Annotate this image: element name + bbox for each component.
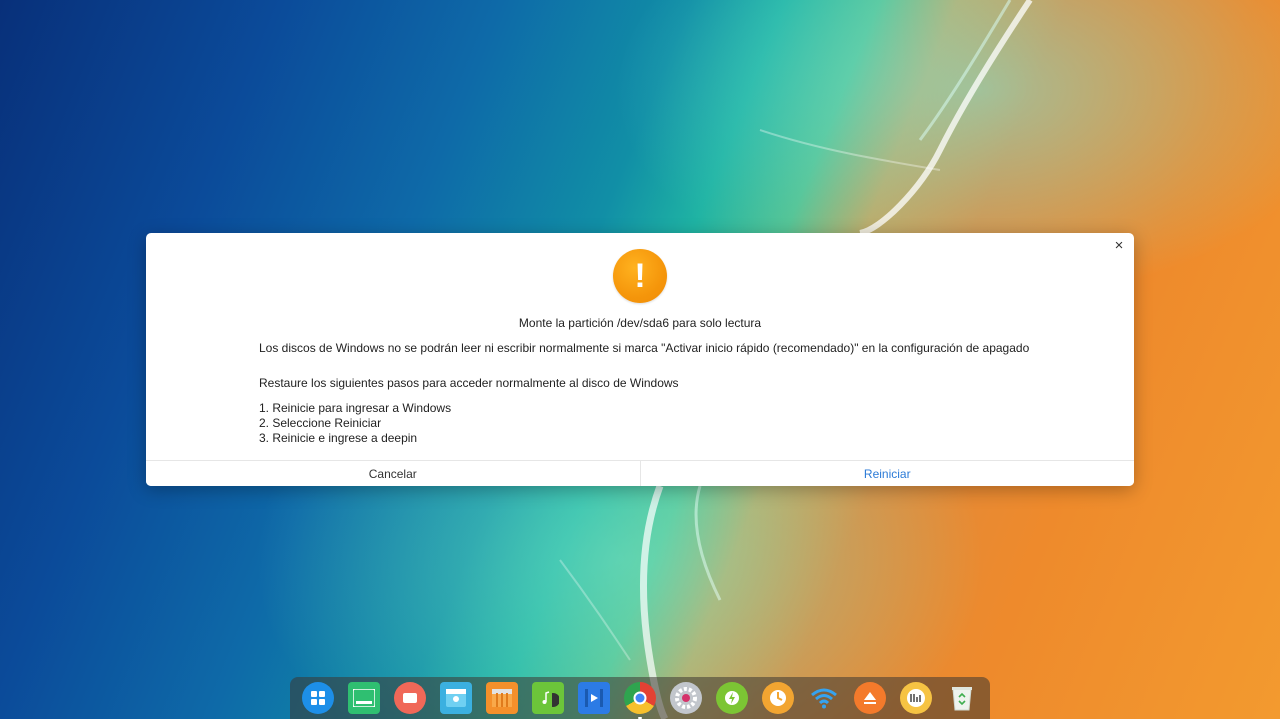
dialog-title: Monte la partición /dev/sda6 para solo l… (518, 316, 762, 330)
system-monitor-icon[interactable] (900, 682, 932, 714)
launcher-icon[interactable] (302, 682, 334, 714)
step-item: 1. Reinicie para ingresar a Windows (259, 401, 452, 415)
cancel-button[interactable]: Cancelar (146, 461, 641, 486)
message-line: Restaure los siguientes pasos para acced… (259, 376, 679, 390)
power-manager-icon[interactable] (716, 682, 748, 714)
eject-icon[interactable] (854, 682, 886, 714)
close-icon[interactable]: × (1110, 237, 1128, 255)
dialog-message: Los discos de Windows no se podrán leer … (259, 341, 1079, 446)
music-icon[interactable] (532, 682, 564, 714)
app-store-icon[interactable] (486, 682, 518, 714)
dialog-button-row: Cancelar Reiniciar (146, 460, 1134, 486)
restart-button[interactable]: Reiniciar (640, 461, 1134, 486)
terminal-icon[interactable] (348, 682, 380, 714)
chrome-icon[interactable] (624, 682, 656, 719)
wifi-icon[interactable] (808, 682, 840, 714)
screen-recorder-icon[interactable] (394, 682, 426, 714)
mount-warning-dialog: × ! Monte la partición /dev/sda6 para so… (146, 233, 1134, 486)
step-item: 2. Seleccione Reiniciar (259, 416, 382, 430)
movie-icon[interactable] (578, 682, 610, 714)
file-manager-icon[interactable] (440, 682, 472, 714)
clock-icon[interactable] (762, 682, 794, 714)
settings-icon[interactable] (670, 682, 702, 714)
trash-icon[interactable] (946, 682, 978, 714)
message-line: Los discos de Windows no se podrán leer … (259, 341, 1030, 355)
step-item: 3. Reinicie e ingrese a deepin (259, 431, 418, 445)
warning-icon: ! (613, 249, 667, 303)
dock (290, 677, 990, 719)
